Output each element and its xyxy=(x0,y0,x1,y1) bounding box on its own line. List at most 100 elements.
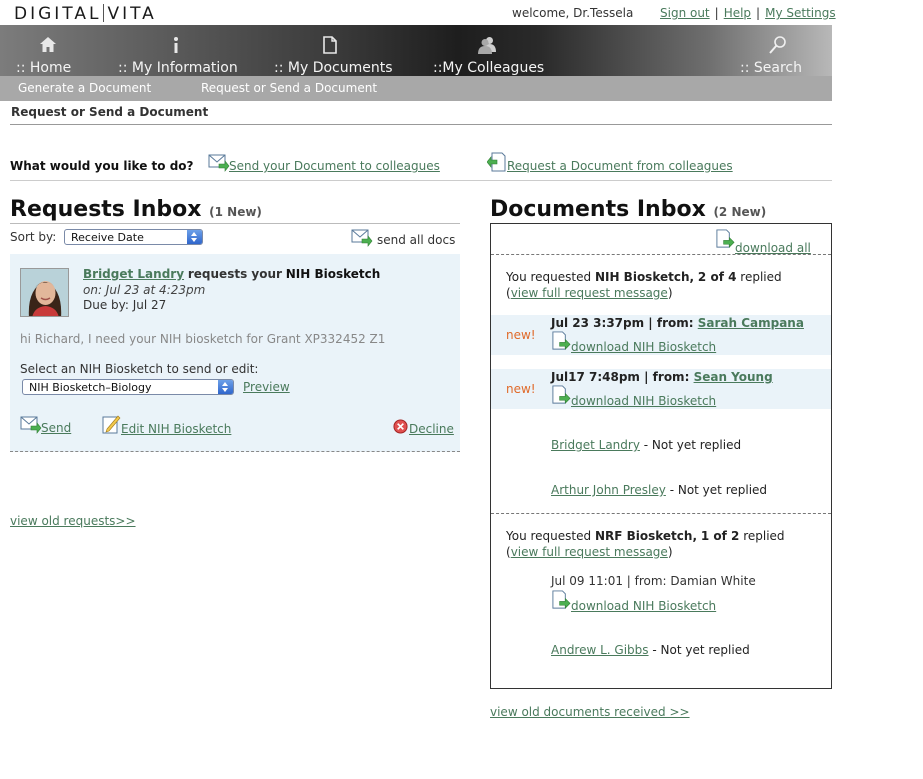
request-group-summary: You requested NIH Biosketch, 2 of 4 repl… xyxy=(506,270,782,284)
download-document-icon xyxy=(551,331,572,356)
view-full-request-wrapper: (view full request message) xyxy=(506,286,673,300)
divider xyxy=(10,124,832,125)
summary-suffix: replied xyxy=(740,270,782,284)
requester-link[interactable]: Bridget Landry xyxy=(83,267,184,281)
sort-by-select[interactable]: Receive Date xyxy=(64,229,203,245)
request-message: hi Richard, I need your NIH biosketch fo… xyxy=(20,332,386,346)
biosketch-select[interactable]: NIH Biosketch–Biology xyxy=(22,379,234,395)
requested-doc-name: NIH Biosketch xyxy=(594,270,690,284)
new-badge: new! xyxy=(506,328,536,342)
documents-inbox-title-text: Documents Inbox xyxy=(490,197,706,222)
reply-date-text: Jul 23 3:37pm | from: xyxy=(551,316,694,330)
documents-inbox-title: Documents Inbox (2 New) xyxy=(490,197,766,222)
action-question: What would you like to do? xyxy=(10,159,194,173)
download-all-label[interactable]: download all xyxy=(735,241,811,255)
send-document-link[interactable]: Send your Document to colleagues xyxy=(208,152,448,174)
subnav-generate-document[interactable]: Generate a Document xyxy=(18,81,151,95)
requested-document-name: NIH Biosketch xyxy=(285,267,381,281)
send-envelope-icon xyxy=(20,414,42,438)
summary-suffix: replied xyxy=(743,529,785,543)
request-document-link[interactable]: Request a Document from colleagues xyxy=(486,152,737,174)
request-group-summary: You requested NRF Biosketch, 1 of 2 repl… xyxy=(506,529,785,543)
documents-inbox-panel: download all You requested NIH Biosketch… xyxy=(490,223,832,689)
nav-my-colleagues-label: ::My Colleagues xyxy=(433,60,545,76)
requests-your-text: requests your xyxy=(187,267,282,281)
divider xyxy=(10,223,460,224)
logo-text-vita: VITA xyxy=(107,4,157,24)
pending-colleague-link[interactable]: Bridget Landry xyxy=(551,438,640,452)
sort-by-value: Receive Date xyxy=(71,231,144,244)
account-links: Sign out | Help | My Settings xyxy=(660,6,836,20)
nav-my-information[interactable]: :: My Information xyxy=(118,25,248,76)
request-due-date: Due by: Jul 27 xyxy=(83,298,167,312)
pending-reply: Bridget Landry - Not yet replied xyxy=(551,438,741,452)
reply-status: 2 of 4 xyxy=(697,270,737,284)
request-document-icon xyxy=(486,152,509,172)
send-button-label[interactable]: Send xyxy=(41,421,71,435)
view-full-request-link[interactable]: view full request message xyxy=(511,545,668,559)
my-settings-link[interactable]: My Settings xyxy=(765,6,836,20)
request-summary: Bridget Landry requests your NIH Biosket… xyxy=(83,267,380,281)
dashed-divider xyxy=(491,513,831,514)
download-all-button[interactable]: download all xyxy=(715,229,815,255)
link-separator: | xyxy=(756,6,761,20)
download-nih-biosketch-button[interactable]: download NIH Biosketch xyxy=(551,590,721,613)
decline-button[interactable]: Decline xyxy=(393,418,455,438)
select-arrows-icon xyxy=(187,230,202,244)
nav-search-label: :: Search xyxy=(740,60,802,76)
pending-colleague-link[interactable]: Andrew L. Gibbs xyxy=(551,643,649,657)
requests-inbox-title: Requests Inbox (1 New) xyxy=(10,197,262,222)
send-document-link-text[interactable]: Send your Document to colleagues xyxy=(229,159,440,173)
sort-by-label: Sort by: xyxy=(10,230,57,244)
nav-my-colleagues[interactable]: ::My Colleagues xyxy=(433,25,553,76)
info-icon xyxy=(166,35,186,55)
summary-prefix: You requested xyxy=(506,529,592,543)
pending-note: - Not yet replied xyxy=(643,438,742,452)
send-envelope-icon xyxy=(208,152,230,172)
sign-out-link[interactable]: Sign out xyxy=(660,6,710,20)
download-document-icon xyxy=(715,229,736,254)
subnav-request-send-document[interactable]: Request or Send a Document xyxy=(201,81,377,95)
download-nih-biosketch-button[interactable]: download NIH Biosketch xyxy=(551,331,721,356)
download-nih-biosketch-label[interactable]: download NIH Biosketch xyxy=(571,599,716,613)
pending-note: - Not yet replied xyxy=(669,483,768,497)
home-icon xyxy=(38,35,58,55)
preview-link[interactable]: Preview xyxy=(243,380,290,394)
pending-note: - Not yet replied xyxy=(652,643,750,657)
help-link[interactable]: Help xyxy=(724,6,751,20)
download-document-icon xyxy=(551,385,572,410)
view-old-documents-link[interactable]: view old documents received >> xyxy=(490,705,690,719)
view-full-request-wrapper: (view full request message) xyxy=(506,545,673,559)
reply-date: Jul 23 3:37pm | from: Sarah Campana xyxy=(551,316,804,330)
download-nih-biosketch-label[interactable]: download NIH Biosketch xyxy=(571,394,716,408)
edit-biosketch-button[interactable]: Edit NIH Biosketch xyxy=(101,414,241,436)
view-full-request-link[interactable]: view full request message xyxy=(511,286,668,300)
reply-date-text: Jul17 7:48pm | from: xyxy=(551,370,690,384)
reply-date: Jul 09 11:01 | from: Damian White xyxy=(551,574,756,588)
colleagues-icon xyxy=(477,35,497,55)
new-badge: new! xyxy=(506,382,536,396)
reply-sender-link[interactable]: Sean Young xyxy=(694,370,773,384)
pending-colleague-link[interactable]: Arthur John Presley xyxy=(551,483,666,497)
send-all-docs-button[interactable]: send all docs xyxy=(351,227,456,247)
pending-reply: Andrew L. Gibbs - Not yet replied xyxy=(551,643,750,657)
reply-sender-link[interactable]: Sarah Campana xyxy=(698,316,804,330)
edit-biosketch-label[interactable]: Edit NIH Biosketch xyxy=(121,422,231,436)
reply-status: 1 of 2 xyxy=(700,529,740,543)
view-old-requests-link[interactable]: view old requests>> xyxy=(10,514,136,528)
send-button[interactable]: Send xyxy=(20,414,80,436)
requests-inbox-title-text: Requests Inbox xyxy=(10,197,202,222)
nav-home[interactable]: :: Home xyxy=(16,25,86,76)
sub-nav: Generate a Document Request or Send a Do… xyxy=(0,76,832,101)
nav-my-documents[interactable]: :: My Documents xyxy=(274,25,399,76)
decline-label[interactable]: Decline xyxy=(409,422,454,436)
document-icon xyxy=(320,35,340,55)
nav-my-information-label: :: My Information xyxy=(118,60,238,76)
send-envelope-icon xyxy=(351,227,373,251)
nav-search[interactable]: :: Search xyxy=(740,25,810,76)
dashed-divider xyxy=(491,254,831,255)
download-nih-biosketch-label[interactable]: download NIH Biosketch xyxy=(571,340,716,354)
download-nih-biosketch-button[interactable]: download NIH Biosketch xyxy=(551,385,721,410)
logo-text-digital: DIGITAL xyxy=(14,4,102,24)
request-document-link-text[interactable]: Request a Document from colleagues xyxy=(507,159,733,173)
